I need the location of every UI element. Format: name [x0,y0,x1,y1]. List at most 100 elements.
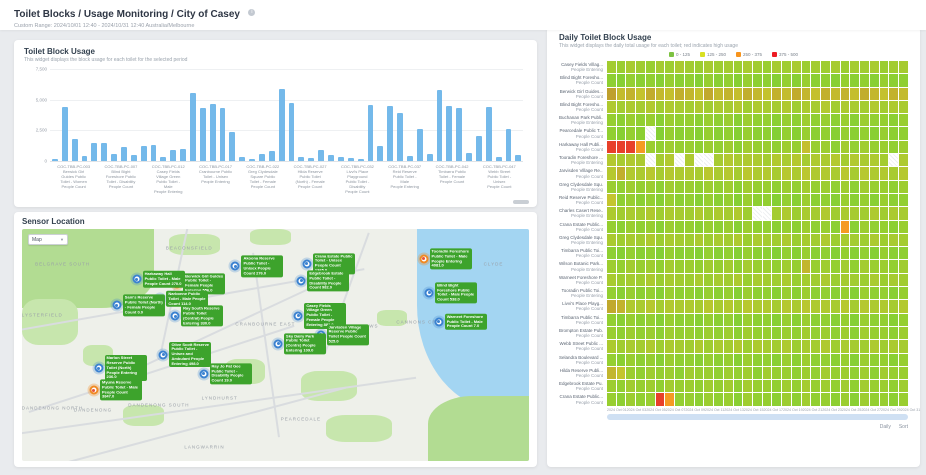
usage-bar[interactable] [180,149,186,161]
heatmap-cell[interactable] [850,194,859,206]
heatmap-cell[interactable] [772,314,781,326]
heatmap-cell[interactable] [646,61,655,73]
heatmap-cell[interactable] [656,127,665,139]
heatmap-cell[interactable] [860,300,869,312]
heatmap-cell[interactable] [743,274,752,286]
heatmap-cell[interactable] [850,300,859,312]
heatmap-cell[interactable] [899,247,908,259]
sensor-marker[interactable] [231,262,240,271]
heatmap-cell[interactable] [870,221,879,233]
heatmap-cell[interactable] [899,167,908,179]
heatmap-cell[interactable] [821,221,830,233]
heatmap-cell[interactable] [607,141,616,153]
heatmap-cell[interactable] [899,181,908,193]
heatmap-cell[interactable] [821,61,830,73]
heatmap-cell[interactable] [743,287,752,299]
heatmap-cell[interactable] [782,61,791,73]
heatmap-cell[interactable] [763,274,772,286]
heatmap-cell[interactable] [636,207,645,219]
heatmap-cell[interactable] [782,274,791,286]
heatmap-cell[interactable] [685,88,694,100]
heatmap-cell[interactable] [617,354,626,366]
heatmap-cell[interactable] [753,141,762,153]
heatmap-cell[interactable] [724,380,733,392]
heatmap-cell[interactable] [841,393,850,405]
heatmap-cell[interactable] [860,221,869,233]
heatmap-cell[interactable] [802,300,811,312]
heatmap-cell[interactable] [802,167,811,179]
heatmap-cell[interactable] [714,354,723,366]
heatmap-cell[interactable] [626,393,635,405]
heatmap-cell[interactable] [763,340,772,352]
usage-bar[interactable] [82,156,88,161]
heatmap-cell[interactable] [763,247,772,259]
heatmap-cell[interactable] [763,141,772,153]
heatmap-cell[interactable] [772,61,781,73]
heatmap-cell[interactable] [626,354,635,366]
heatmap-cell[interactable] [860,181,869,193]
heatmap-cell[interactable] [685,74,694,86]
heatmap-cell[interactable] [860,260,869,272]
heatmap-cell[interactable] [724,367,733,379]
heatmap-cell[interactable] [646,354,655,366]
heatmap-cell[interactable] [880,88,889,100]
heatmap-cell[interactable] [695,114,704,126]
heatmap-cell[interactable] [753,61,762,73]
heatmap-cell[interactable] [734,340,743,352]
usage-bar[interactable] [62,107,68,161]
usage-bar[interactable] [397,113,403,161]
heatmap-cell[interactable] [685,167,694,179]
heatmap-cell[interactable] [617,127,626,139]
heatmap-cell[interactable] [821,367,830,379]
heatmap-cell[interactable] [841,367,850,379]
heatmap-cell[interactable] [899,340,908,352]
heatmap-cell[interactable] [695,234,704,246]
heatmap-cell[interactable] [675,234,684,246]
heatmap-cell[interactable] [753,194,762,206]
sensor-marker[interactable] [89,386,98,395]
heatmap-cell[interactable] [870,234,879,246]
heatmap-cell[interactable] [870,354,879,366]
sensor-marker[interactable] [171,312,180,321]
heatmap-cell[interactable] [714,247,723,259]
heatmap-cell[interactable] [792,380,801,392]
heatmap-cell[interactable] [763,260,772,272]
heatmap-cell[interactable] [656,354,665,366]
heatmap-cell[interactable] [811,340,820,352]
heatmap-cell[interactable] [695,221,704,233]
heatmap-cell[interactable] [704,127,713,139]
heatmap-cell[interactable] [821,74,830,86]
sensor-marker-label[interactable]: Olive Scott Reserve Public Toilet - Unis… [169,342,211,368]
heatmap-cell[interactable] [607,194,616,206]
heatmap-cell[interactable] [841,234,850,246]
heatmap-cell[interactable] [772,393,781,405]
heatmap-cell[interactable] [772,260,781,272]
heatmap-cell[interactable] [772,114,781,126]
heatmap-cell[interactable] [870,340,879,352]
heatmap-cell[interactable] [626,194,635,206]
heatmap-cell[interactable] [656,314,665,326]
heatmap-cell[interactable] [714,61,723,73]
heatmap-cell[interactable] [695,74,704,86]
heatmap-cell[interactable] [889,221,898,233]
heatmap-cell[interactable] [656,234,665,246]
heatmap-cell[interactable] [860,247,869,259]
heatmap-cell[interactable] [617,393,626,405]
heatmap-cell[interactable] [607,221,616,233]
usage-bar[interactable] [437,90,443,161]
heatmap-cell[interactable] [607,314,616,326]
heatmap-cell[interactable] [889,114,898,126]
heatmap-cell[interactable] [831,88,840,100]
heatmap-cell[interactable] [743,207,752,219]
heatmap-cell[interactable] [743,354,752,366]
heatmap-cell[interactable] [646,101,655,113]
heatmap-cell[interactable] [763,207,772,219]
usage-bar[interactable] [515,155,521,161]
heatmap-cell[interactable] [724,154,733,166]
usage-bar[interactable] [358,159,364,161]
heatmap-cell[interactable] [753,234,762,246]
heatmap-cell[interactable] [841,274,850,286]
heatmap-cell[interactable] [841,380,850,392]
heatmap-cell[interactable] [685,247,694,259]
heatmap-cell[interactable] [821,167,830,179]
